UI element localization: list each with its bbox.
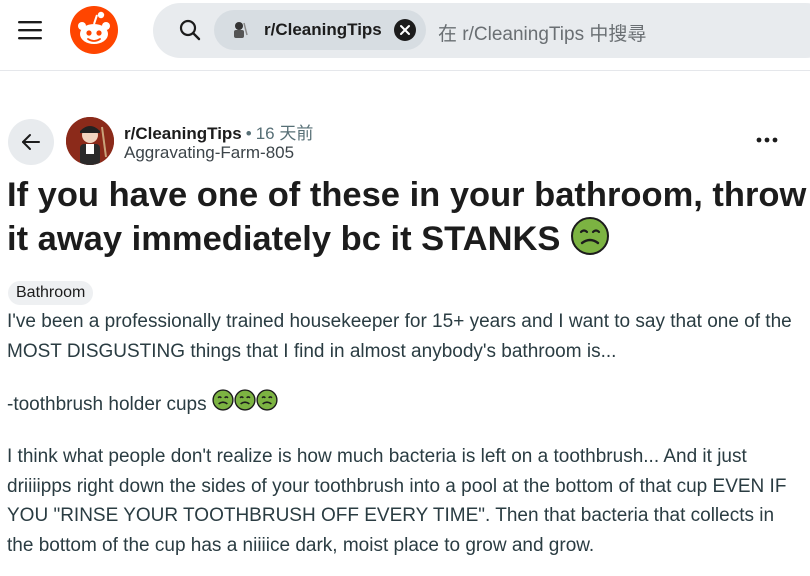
post-time: 16 天前: [255, 124, 314, 143]
reddit-logo[interactable]: [68, 4, 120, 56]
community-chip-label: r/CleaningTips: [264, 20, 382, 39]
search-bar[interactable]: r/CleaningTips 在 r/CleaningTips 中搜尋: [153, 3, 810, 58]
nauseated-face-emoji: [256, 389, 278, 421]
hamburger-menu-icon[interactable]: [12, 12, 48, 48]
search-input[interactable]: 在 r/CleaningTips 中搜尋: [438, 19, 646, 46]
more-options-button[interactable]: [752, 128, 782, 152]
community-avatar-icon: [228, 19, 250, 41]
post-title-text: If you have one of these in your bathroo…: [7, 176, 807, 259]
post-paragraph: I think what people don't realize is how…: [7, 446, 787, 556]
top-navigation-bar: r/CleaningTips 在 r/CleaningTips 中搜尋: [0, 0, 810, 71]
community-avatar[interactable]: [66, 117, 114, 165]
subreddit-link[interactable]: r/CleaningTips: [124, 124, 242, 143]
nauseated-face-emoji: [234, 389, 256, 421]
post-paragraph-text: -toothbrush holder cups: [7, 393, 207, 415]
search-icon[interactable]: [178, 18, 202, 42]
post-paragraph: -toothbrush holder cups: [7, 389, 278, 421]
meta-separator: •: [245, 124, 252, 143]
nauseated-face-emoji: [212, 389, 234, 421]
close-icon[interactable]: [394, 19, 416, 41]
post-paragraph: I've been a professionally trained house…: [7, 311, 792, 362]
more-horizontal-icon: [756, 137, 778, 143]
nauseated-face-emoji: [570, 216, 610, 266]
post-flair[interactable]: Bathroom: [8, 281, 94, 305]
back-button[interactable]: [8, 119, 54, 165]
post-title: If you have one of these in your bathroo…: [7, 174, 807, 266]
arrow-left-icon: [22, 134, 40, 150]
author-link[interactable]: Aggravating-Farm-805: [124, 143, 294, 163]
community-filter-chip[interactable]: r/CleaningTips: [214, 10, 426, 50]
post-meta: r/CleaningTips • 16 天前: [124, 119, 313, 144]
